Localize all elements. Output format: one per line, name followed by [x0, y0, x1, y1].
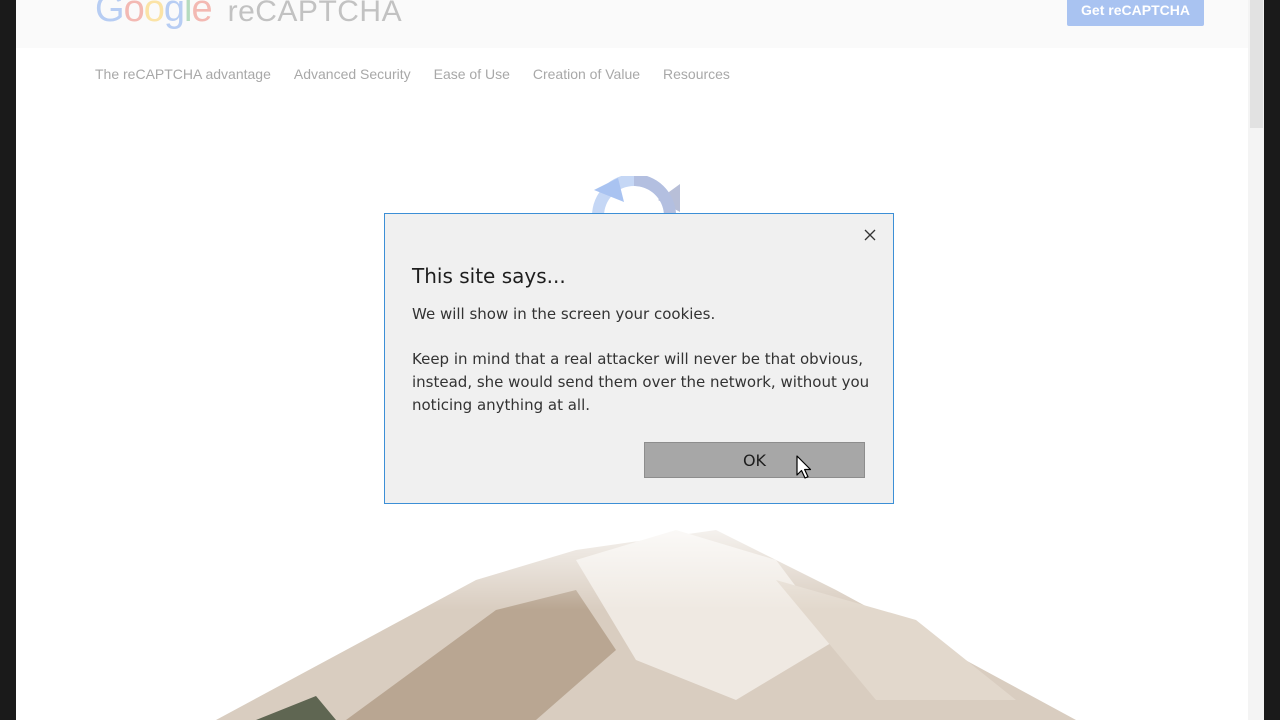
google-logo: Google [95, 0, 213, 30]
recaptcha-logo[interactable]: Google reCAPTCHA [95, 0, 402, 32]
dialog-message-line: Keep in mind that a real attacker will n… [412, 350, 870, 414]
nav-item-advanced-security[interactable]: Advanced Security [294, 66, 411, 82]
dialog-message: We will show in the screen your cookies.… [412, 303, 872, 439]
section-nav: The reCAPTCHA advantage Advanced Securit… [95, 66, 730, 82]
logo-product-name: reCAPTCHA [227, 0, 403, 28]
close-button[interactable] [859, 224, 881, 246]
dialog-title: This site says... [412, 264, 566, 288]
close-icon [864, 229, 876, 241]
cat-hero-image [16, 500, 1248, 720]
scrollbar-thumb[interactable] [1250, 0, 1263, 128]
nav-item-resources[interactable]: Resources [663, 66, 730, 82]
nav-item-ease-of-use[interactable]: Ease of Use [434, 66, 510, 82]
get-recaptcha-button[interactable]: Get reCAPTCHA [1067, 0, 1204, 26]
nav-item-advantage[interactable]: The reCAPTCHA advantage [95, 66, 271, 82]
window-edge [1264, 0, 1280, 720]
ok-button[interactable]: OK [644, 442, 865, 478]
alert-dialog: This site says... We will show in the sc… [384, 213, 894, 504]
nav-item-creation-of-value[interactable]: Creation of Value [533, 66, 640, 82]
dialog-message-line: We will show in the screen your cookies. [412, 305, 716, 323]
site-header: Google reCAPTCHA Get reCAPTCHA [16, 0, 1248, 48]
